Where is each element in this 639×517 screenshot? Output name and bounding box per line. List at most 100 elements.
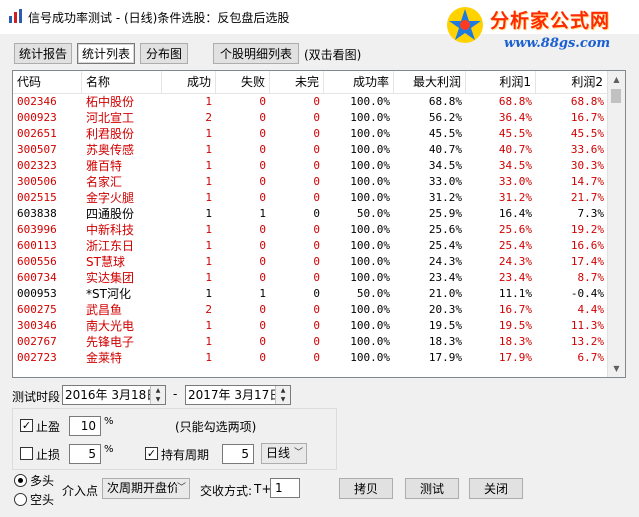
tab-list[interactable]: 统计列表 [77, 43, 135, 64]
table-row[interactable]: 600734 实达集团 1 0 0 100.0% 23.4% 23.4% 8.7% [13, 270, 608, 286]
table-row[interactable]: 000953 *ST河化 1 1 0 50.0% 21.0% 11.1% -0.4% [13, 286, 608, 302]
cell-rate: 100.0% [350, 191, 390, 204]
col-code[interactable]: 代码 [13, 71, 82, 93]
table-row[interactable]: 600275 武昌鱼 2 0 0 100.0% 20.3% 16.7% 4.4% [13, 302, 608, 318]
long-label: 多头 [30, 474, 55, 488]
cell-open: 0 [313, 95, 320, 108]
table-row[interactable]: 300506 名家汇 1 0 0 100.0% 33.0% 33.0% 14.7% [13, 174, 608, 190]
cell-code: 000953 [17, 287, 57, 300]
take-profit-unit: % [104, 416, 114, 427]
table-row[interactable]: 002346 柘中股份 1 0 0 100.0% 68.8% 68.8% 68.8% [13, 94, 608, 110]
cell-max: 25.9% [428, 207, 462, 220]
cell-max: 45.5% [428, 127, 462, 140]
cell-p2: 14.7% [570, 175, 604, 188]
hold-period-input[interactable]: 5 [222, 444, 254, 464]
cell-fail: 0 [259, 143, 266, 156]
start-date-value: 2016年 3月18日 [65, 388, 159, 402]
cell-p2: 16.6% [570, 239, 604, 252]
test-button[interactable]: 测试 [405, 478, 459, 499]
cell-p1: 36.4% [498, 111, 532, 124]
cell-name: 金字火腿 [86, 191, 135, 205]
chevron-down-icon: ﹀ [176, 479, 186, 498]
stop-loss-checkbox[interactable] [20, 447, 33, 460]
tab-distribution[interactable]: 分布图 [140, 43, 188, 64]
cell-p1: 31.2% [498, 191, 532, 204]
cell-succ: 1 [205, 143, 212, 156]
scroll-thumb[interactable] [611, 89, 621, 103]
cell-open: 0 [313, 255, 320, 268]
cell-max: 21.0% [428, 287, 462, 300]
cell-name: 先锋电子 [86, 335, 135, 349]
cell-fail: 0 [259, 271, 266, 284]
table-row[interactable]: 603838 四通股份 1 1 0 50.0% 25.9% 16.4% 7.3% [13, 206, 608, 222]
logo-badge-icon [447, 7, 483, 43]
table-row[interactable]: 300507 苏奥传感 1 0 0 100.0% 40.7% 40.7% 33.6% [13, 142, 608, 158]
scroll-up-icon[interactable]: ▲ [608, 71, 625, 88]
cell-max: 40.7% [428, 143, 462, 156]
cell-max: 19.5% [428, 319, 462, 332]
stop-loss-input[interactable]: 5 [69, 444, 101, 464]
stock-detail-list-button[interactable]: 个股明细列表 [213, 43, 299, 64]
cell-rate: 100.0% [350, 95, 390, 108]
cell-name: *ST河化 [86, 287, 131, 301]
start-date-picker[interactable]: 2016年 3月18日 ▲ ▼ [62, 385, 166, 405]
stats-table[interactable]: 代码 名称 成功 失败 未完 成功率 最大利润 利润1 利润2 002346 柘中… [12, 70, 626, 378]
hold-period-checkbox[interactable]: ✓ [145, 447, 158, 460]
cell-rate: 100.0% [350, 255, 390, 268]
col-success[interactable]: 成功 [162, 71, 216, 93]
cell-succ: 1 [205, 287, 212, 300]
take-profit-checkbox[interactable]: ✓ [20, 419, 33, 432]
cell-code: 600734 [17, 271, 57, 284]
logo: 分析家公式网 www.88gs.com [440, 2, 636, 60]
cell-rate: 100.0% [350, 143, 390, 156]
table-row[interactable]: 600556 ST慧球 1 0 0 100.0% 24.3% 24.3% 17.4% [13, 254, 608, 270]
start-date-spin-icon[interactable]: ▲ ▼ [150, 386, 165, 404]
table-row[interactable]: 002323 雅百特 1 0 0 100.0% 34.5% 34.5% 30.3% [13, 158, 608, 174]
cell-fail: 0 [259, 175, 266, 188]
cell-succ: 2 [205, 303, 212, 316]
short-radio[interactable] [14, 493, 27, 506]
cell-open: 0 [313, 175, 320, 188]
scroll-down-icon[interactable]: ▼ [608, 360, 625, 377]
cell-max: 34.5% [428, 159, 462, 172]
entry-point-select[interactable]: 次周期开盘价 ﹀ [102, 478, 190, 499]
table-row[interactable]: 002767 先锋电子 1 0 0 100.0% 18.3% 18.3% 13.2% [13, 334, 608, 350]
end-date-spin-icon[interactable]: ▲ ▼ [275, 386, 290, 404]
settle-label: 交收方式: [200, 484, 253, 498]
copy-button[interactable]: 拷贝 [339, 478, 393, 499]
col-profit2[interactable]: 利润2 [536, 71, 608, 93]
cell-rate: 100.0% [350, 127, 390, 140]
cell-fail: 0 [259, 351, 266, 364]
col-open[interactable]: 未完 [270, 71, 324, 93]
cell-succ: 1 [205, 207, 212, 220]
cell-open: 0 [313, 207, 320, 220]
cell-max: 24.3% [428, 255, 462, 268]
long-radio[interactable] [14, 474, 27, 487]
hold-period-unit-select[interactable]: 日线 ﹀ [261, 443, 307, 464]
table-scrollbar[interactable]: ▲ ▼ [607, 71, 625, 377]
col-max-profit[interactable]: 最大利润 [394, 71, 466, 93]
cell-open: 0 [313, 303, 320, 316]
col-fail[interactable]: 失败 [216, 71, 270, 93]
col-profit1[interactable]: 利润1 [466, 71, 536, 93]
table-row[interactable]: 000923 河北宣工 2 0 0 100.0% 56.2% 36.4% 16.7% [13, 110, 608, 126]
table-row[interactable]: 002515 金字火腿 1 0 0 100.0% 31.2% 31.2% 21.7% [13, 190, 608, 206]
cell-fail: 1 [259, 287, 266, 300]
end-date-picker[interactable]: 2017年 3月17日 ▲ ▼ [185, 385, 291, 405]
tab-report[interactable]: 统计报告 [14, 43, 72, 64]
take-profit-input[interactable]: 10 [69, 416, 101, 436]
col-rate[interactable]: 成功率 [324, 71, 394, 93]
cell-max: 56.2% [428, 111, 462, 124]
cell-fail: 0 [259, 95, 266, 108]
table-row[interactable]: 002651 利君股份 1 0 0 100.0% 45.5% 45.5% 45.5% [13, 126, 608, 142]
cell-p2: 21.7% [570, 191, 604, 204]
table-row[interactable]: 002723 金莱特 1 0 0 100.0% 17.9% 17.9% 6.7% [13, 350, 608, 366]
table-row[interactable]: 600113 浙江东日 1 0 0 100.0% 25.4% 25.4% 16.6% [13, 238, 608, 254]
table-row[interactable]: 603996 中新科技 1 0 0 100.0% 25.6% 25.6% 19.2% [13, 222, 608, 238]
settle-input[interactable]: 1 [270, 478, 300, 498]
settle-prefix: T+ [254, 482, 272, 496]
table-row[interactable]: 300346 南大光电 1 0 0 100.0% 19.5% 19.5% 11.3% [13, 318, 608, 334]
close-button[interactable]: 关闭 [469, 478, 523, 499]
cell-rate: 100.0% [350, 175, 390, 188]
col-name[interactable]: 名称 [82, 71, 162, 93]
